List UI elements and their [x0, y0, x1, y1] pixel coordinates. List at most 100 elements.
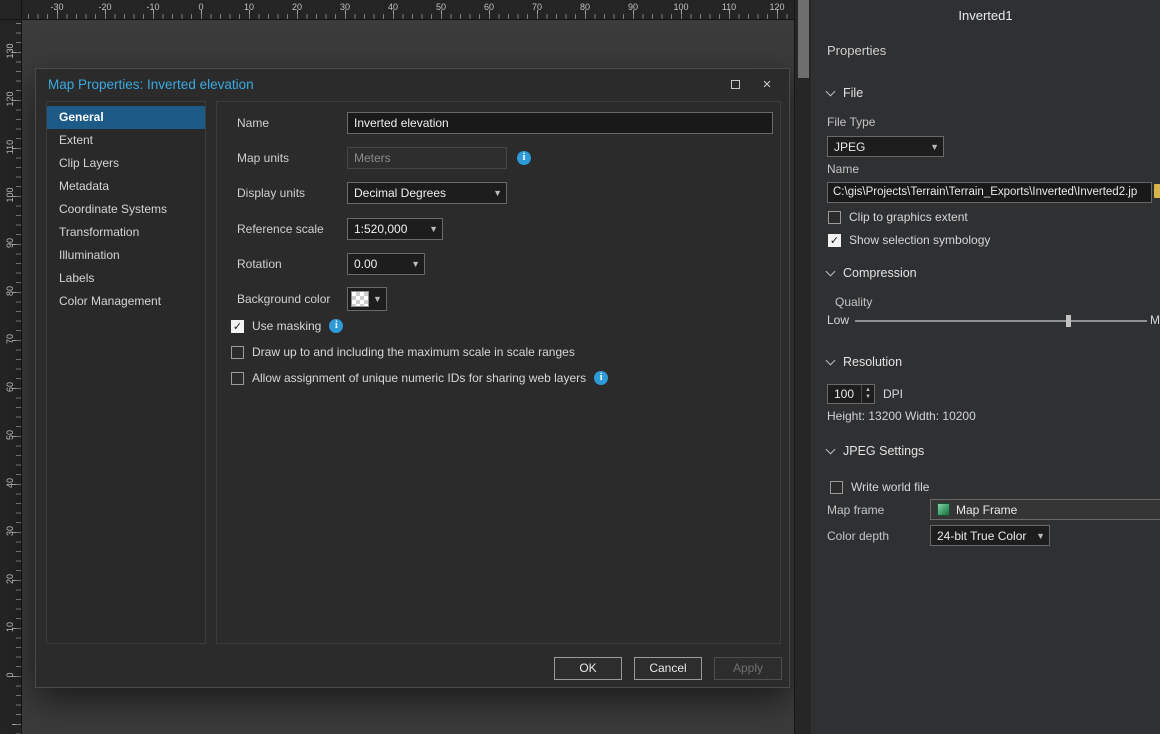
- maximize-icon: [731, 80, 740, 89]
- spinner-down-icon[interactable]: ▼: [865, 394, 871, 401]
- rotation-dropdown[interactable]: 0.00 ▼: [347, 253, 425, 275]
- scrollbar-thumb[interactable]: [798, 0, 809, 78]
- dialog-tab-labels[interactable]: Labels: [47, 267, 205, 290]
- ruler-corner: [0, 0, 22, 20]
- section-resolution[interactable]: Resolution: [827, 355, 902, 369]
- checkbox-unchecked[interactable]: [231, 346, 244, 359]
- chevron-down-icon: ▼: [1036, 531, 1045, 541]
- ruler-number: 120: [5, 89, 15, 109]
- maximize-button[interactable]: [721, 74, 749, 95]
- ruler-number: 110: [722, 2, 736, 12]
- dialog-checkbox-row[interactable]: Use masking i: [231, 317, 608, 335]
- map-frame-icon: [937, 503, 950, 516]
- ruler-number: 10: [5, 617, 15, 637]
- dialog-tab-general[interactable]: General: [47, 106, 205, 129]
- quality-min-label: Low: [827, 313, 849, 327]
- cancel-button[interactable]: Cancel: [634, 657, 702, 680]
- section-jpeg-settings[interactable]: JPEG Settings: [827, 444, 924, 458]
- file-type-dropdown[interactable]: JPEG ▼: [827, 136, 944, 157]
- section-compression[interactable]: Compression: [827, 266, 917, 280]
- dialog-tab-clip-layers[interactable]: Clip Layers: [47, 152, 205, 175]
- ruler-number: 100: [5, 185, 15, 205]
- reference-scale-dropdown[interactable]: 1:520,000 ▼: [347, 218, 443, 240]
- reference-scale-label: Reference scale: [237, 222, 324, 236]
- dialog-title-bar[interactable]: Map Properties: Inverted elevation: [36, 69, 789, 99]
- map-frame-label: Map frame: [827, 503, 884, 517]
- horizontal-ruler: -30-20-100102030405060708090100110120: [22, 0, 794, 20]
- write-world-file-checkbox-row[interactable]: Write world file: [830, 478, 929, 496]
- dialog-tab-list: GeneralExtentClip LayersMetadataCoordina…: [46, 101, 206, 644]
- map-units-label: Map units: [237, 151, 289, 165]
- vertical-scrollbar[interactable]: [794, 0, 811, 734]
- ruler-number: 0: [5, 665, 15, 685]
- chevron-expanded-icon: [826, 87, 836, 97]
- checkbox-unchecked[interactable]: [830, 481, 843, 494]
- checkbox-unchecked[interactable]: [231, 372, 244, 385]
- info-icon: i: [329, 319, 343, 333]
- spinner-up-icon[interactable]: ▲: [865, 387, 871, 394]
- dialog-tab-extent[interactable]: Extent: [47, 129, 205, 152]
- close-icon: ×: [763, 77, 772, 92]
- dialog-tab-coordinate-systems[interactable]: Coordinate Systems: [47, 198, 205, 221]
- browse-folder-icon[interactable]: [1154, 187, 1160, 198]
- checkbox-checked[interactable]: [231, 320, 244, 333]
- chevron-expanded-icon: [826, 356, 836, 366]
- checkbox-label: Use masking: [252, 319, 321, 333]
- export-pane: Inverted1 Properties File File Type JPEG…: [811, 0, 1160, 734]
- checkbox-label: Write world file: [851, 480, 929, 494]
- display-units-value: Decimal Degrees: [354, 186, 489, 200]
- file-type-value: JPEG: [834, 140, 930, 154]
- ruler-number: -20: [98, 2, 111, 12]
- quality-slider[interactable]: [855, 320, 1147, 322]
- color-depth-dropdown[interactable]: 24-bit True Color ▼: [930, 525, 1050, 546]
- output-size-text: Height: 13200 Width: 10200: [827, 409, 976, 423]
- quality-label: Quality: [835, 295, 872, 309]
- export-item-inverted1[interactable]: Inverted1: [811, 8, 1160, 23]
- dialog-checkbox-row[interactable]: Draw up to and including the maximum sca…: [231, 343, 608, 361]
- ok-button[interactable]: OK: [554, 657, 622, 680]
- clip-to-graphics-checkbox-row[interactable]: Clip to graphics extent: [828, 208, 968, 226]
- file-name-label: Name: [827, 162, 859, 176]
- spinner-arrows[interactable]: ▲▼: [861, 385, 874, 403]
- ruler-number: 120: [769, 2, 784, 12]
- dialog-tab-metadata[interactable]: Metadata: [47, 175, 205, 198]
- display-units-label: Display units: [237, 186, 305, 200]
- file-path-input[interactable]: C:\gis\Projects\Terrain\Terrain_Exports\…: [827, 182, 1152, 203]
- dialog-tab-illumination[interactable]: Illumination: [47, 244, 205, 267]
- dialog-tab-color-management[interactable]: Color Management: [47, 290, 205, 313]
- background-color-label: Background color: [237, 292, 330, 306]
- ruler-number: 20: [292, 2, 302, 12]
- color-depth-label: Color depth: [827, 529, 889, 543]
- ruler-number: 100: [673, 2, 688, 12]
- dialog-title: Map Properties: Inverted elevation: [48, 77, 254, 92]
- section-file[interactable]: File: [827, 86, 863, 100]
- background-color-picker[interactable]: ▼: [347, 287, 387, 311]
- vertical-ruler: 1301201101009080706050403020100: [0, 20, 22, 734]
- rotation-value: 0.00: [354, 257, 407, 271]
- checkbox-checked[interactable]: [828, 234, 841, 247]
- checkbox-unchecked[interactable]: [828, 211, 841, 224]
- dialog-tab-transformation[interactable]: Transformation: [47, 221, 205, 244]
- show-selection-symbology-checkbox-row[interactable]: Show selection symbology: [828, 231, 990, 249]
- dialog-checkbox-row[interactable]: Allow assignment of unique numeric IDs f…: [231, 369, 608, 387]
- rotation-label: Rotation: [237, 257, 282, 271]
- name-input[interactable]: Inverted elevation: [347, 112, 773, 134]
- dpi-value: 100: [828, 385, 861, 403]
- name-label: Name: [237, 116, 269, 130]
- quality-slider-thumb[interactable]: [1066, 315, 1071, 327]
- ruler-number: 30: [5, 521, 15, 541]
- chevron-expanded-icon: [826, 267, 836, 277]
- ruler-number: 10: [244, 2, 254, 12]
- chevron-down-icon: ▼: [411, 259, 420, 269]
- ruler-number: 80: [5, 281, 15, 301]
- display-units-dropdown[interactable]: Decimal Degrees ▼: [347, 182, 507, 204]
- ruler-number: 70: [5, 329, 15, 349]
- chevron-down-icon: ▼: [930, 142, 939, 152]
- dpi-spinner[interactable]: 100 ▲▼: [827, 384, 875, 404]
- ruler-number: 50: [436, 2, 446, 12]
- dialog-checkbox-list: Use masking i Draw up to and including the…: [231, 317, 608, 395]
- map-frame-dropdown[interactable]: Map Frame: [930, 499, 1160, 520]
- reference-scale-value: 1:520,000: [354, 222, 425, 236]
- close-button[interactable]: ×: [753, 74, 781, 95]
- section-resolution-title: Resolution: [843, 355, 902, 369]
